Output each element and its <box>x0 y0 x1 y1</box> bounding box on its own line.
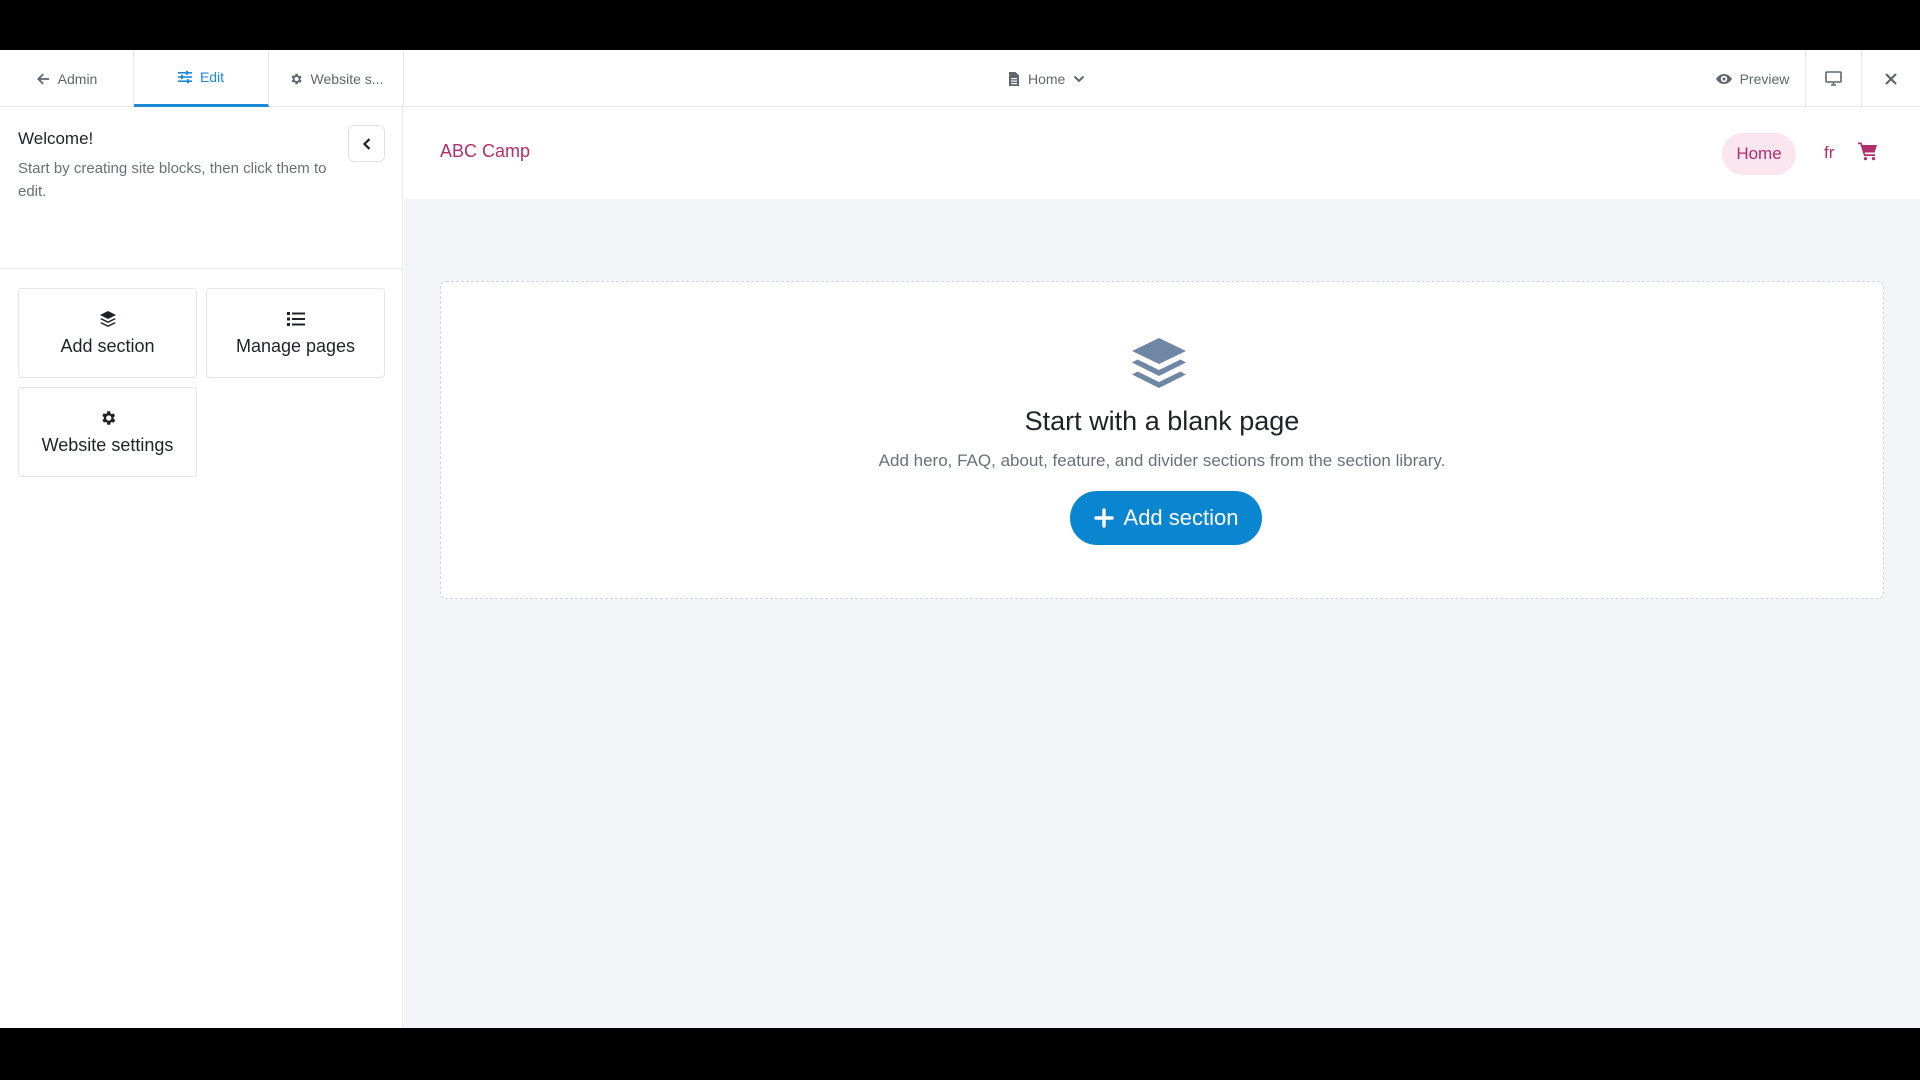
list-icon <box>286 311 305 326</box>
cart-icon <box>1858 142 1877 161</box>
language-switch[interactable]: fr <box>1824 143 1834 163</box>
tab-website-settings[interactable]: Website s... <box>269 50 404 107</box>
site-logo[interactable]: ABC Camp <box>440 141 530 162</box>
tab-admin-label: Admin <box>57 70 98 87</box>
welcome-text: Start by creating site blocks, then clic… <box>18 160 327 200</box>
chevron-left-icon <box>362 137 370 150</box>
welcome-panel: Welcome! Start by creating site blocks, … <box>18 129 338 203</box>
welcome-title: Welcome! <box>18 129 94 148</box>
tab-admin[interactable]: Admin <box>0 50 134 107</box>
close-icon <box>1885 72 1897 85</box>
arrow-left-icon <box>36 73 49 84</box>
tab-edit-label: Edit <box>199 69 225 85</box>
add-section-button-label: Add section <box>1123 505 1239 530</box>
desktop-icon <box>1825 71 1842 86</box>
gear-icon <box>101 410 115 425</box>
page-selector[interactable]: Home <box>1008 50 1085 107</box>
tab-website-settings-label: Website s... <box>310 70 384 87</box>
layers-icon <box>99 310 116 327</box>
page-canvas: ABC Camp Home fr Start with a blank page… <box>404 107 1920 1028</box>
file-icon <box>1009 71 1019 86</box>
eye-icon <box>1715 73 1732 84</box>
manage-pages-card-label: Manage pages <box>235 335 356 356</box>
blank-page-description: Add hero, FAQ, about, feature, and divid… <box>878 451 1446 470</box>
blank-page-title: Start with a blank page <box>1024 406 1300 436</box>
website-settings-card[interactable]: Website settings <box>18 387 197 477</box>
tab-edit[interactable]: Edit <box>134 50 269 107</box>
site-nav-home[interactable]: Home <box>1722 133 1796 175</box>
editor-sidebar: Welcome! Start by creating site blocks, … <box>0 107 403 1028</box>
gear-icon <box>291 73 302 84</box>
page-selector-label: Home <box>1028 70 1066 87</box>
preview-button[interactable]: Preview <box>1700 50 1806 107</box>
add-section-card-label: Add section <box>60 335 155 356</box>
website-settings-card-label: Website settings <box>41 434 174 455</box>
add-section-card[interactable]: Add section <box>18 288 197 378</box>
site-header: ABC Camp Home fr <box>404 107 1920 199</box>
collapse-sidebar-button[interactable] <box>348 125 385 162</box>
preview-label: Preview <box>1739 70 1790 87</box>
chevron-down-icon <box>1074 75 1085 82</box>
add-section-button[interactable]: Add section <box>1070 491 1262 545</box>
editor-window: Admin Edit Website s... Home Preview Wel… <box>0 50 1920 1028</box>
sidebar-divider <box>0 268 403 269</box>
editor-toolbar: Admin Edit Website s... Home Preview <box>0 50 1920 107</box>
manage-pages-card[interactable]: Manage pages <box>206 288 385 378</box>
cart-button[interactable] <box>1858 141 1878 161</box>
layers-icon <box>1132 338 1186 388</box>
device-toggle-button[interactable] <box>1806 50 1862 107</box>
sliders-icon <box>177 70 192 84</box>
plus-icon <box>1093 508 1114 528</box>
blank-page-placeholder: Start with a blank page Add hero, FAQ, a… <box>440 281 1884 599</box>
close-button[interactable] <box>1862 50 1920 107</box>
